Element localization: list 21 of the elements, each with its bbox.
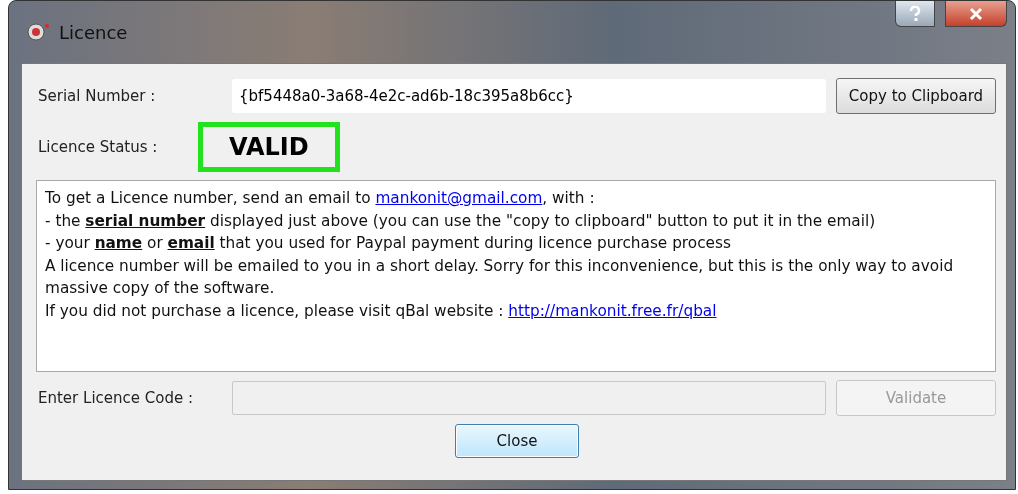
copy-button[interactable]: Copy to Clipboard — [836, 78, 996, 114]
licence-status: VALID — [198, 122, 340, 172]
field-label: Enter Licence Code : — [38, 389, 194, 407]
serial-number-field[interactable]: {bf5448a0-3a68-4e2c-ad6b-18c395a8b6cc} — [232, 79, 826, 113]
info-text: - the serial number displayed just above (you can use the "copy to clipboard" button to put it in the email) — [45, 211, 876, 230]
field-label: Serial Number : — [38, 87, 157, 105]
info-text: If you did not purchase a licence, please visit qBal website : — [45, 301, 505, 320]
field-label: Licence Status : — [38, 138, 159, 156]
window-title: Licence — [59, 21, 128, 43]
info-text: A licence number will be emailed to you in a short delay. Sorry for this inconvenience, but this is the only way to avoid massive copy of the software. — [45, 256, 954, 297]
app-icon — [27, 22, 49, 42]
info-text: To get a Licence number, send an email to — [45, 189, 372, 207]
close-button[interactable]: Close — [455, 424, 579, 458]
question-mark-icon — [909, 5, 921, 22]
close-window-button[interactable] — [945, 1, 1007, 27]
link[interactable]: http://mankonit.free.fr/qbal — [508, 301, 717, 320]
info-text: , with : — [542, 189, 595, 207]
info-text: - your name or email that you used for Paypal payment during licence purchase process — [45, 234, 731, 252]
help-button[interactable] — [895, 1, 935, 27]
close-icon — [969, 6, 983, 21]
link[interactable]: mankonit@gmail.com — [375, 189, 543, 207]
